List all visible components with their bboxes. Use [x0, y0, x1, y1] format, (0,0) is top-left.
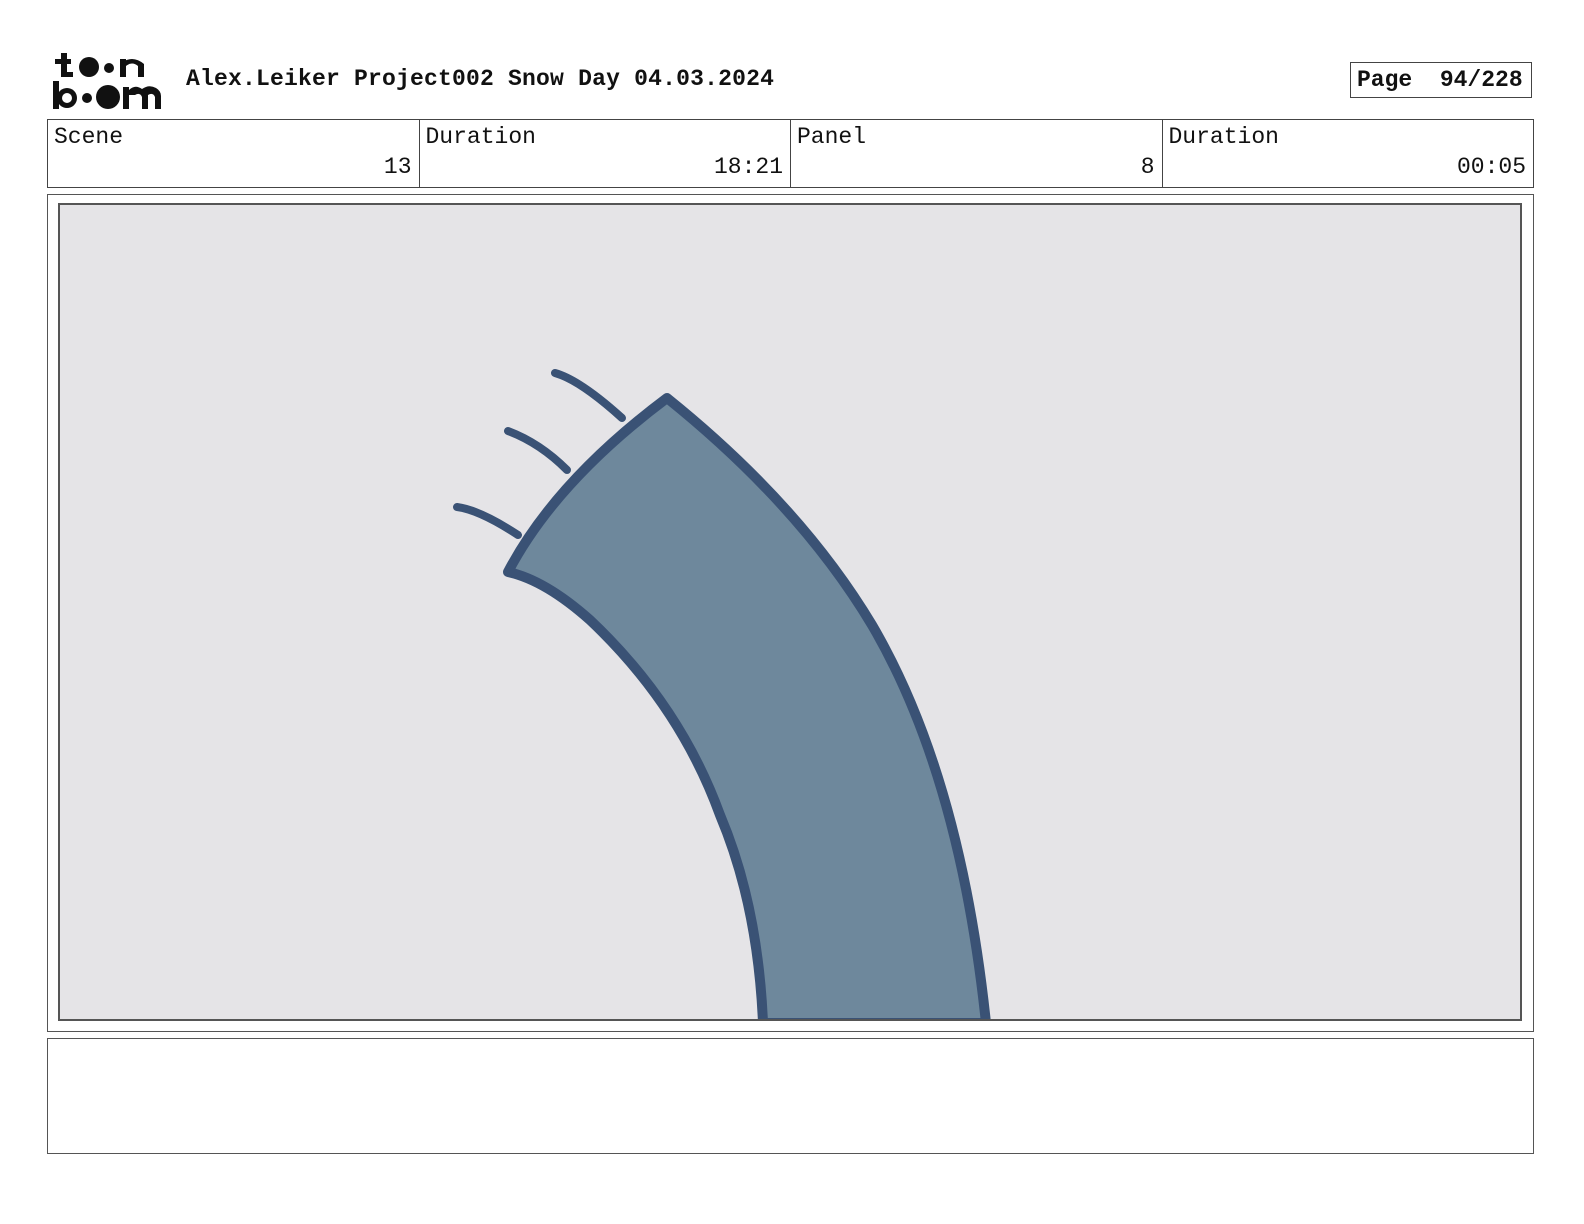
panel-label: Panel [797, 124, 867, 150]
scene-value: 13 [383, 154, 412, 180]
scene-duration-cell: Duration 18:21 [420, 120, 791, 187]
scene-info-table: Scene 13 Duration 18:21 Panel 8 Duration… [47, 119, 1534, 188]
panel-duration-value: 00:05 [1456, 154, 1526, 180]
finger-middle [504, 427, 571, 474]
panel-duration-label: Duration [1168, 124, 1279, 150]
arm-drawing [453, 369, 991, 1019]
page-number: Page 94/228 [1350, 62, 1532, 98]
finger-bottom [453, 503, 522, 539]
panel-notes-area [47, 1038, 1534, 1154]
storyboard-panel-frame [47, 194, 1534, 1032]
toonboom-logo-mark [53, 53, 161, 109]
scene-cell: Scene 13 [48, 120, 420, 187]
scene-duration-label: Duration [425, 124, 536, 150]
panel-value: 8 [1140, 154, 1155, 180]
project-title: Alex.Leiker Project002 Snow Day 04.03.20… [186, 66, 775, 92]
scene-label: Scene [54, 124, 124, 150]
toonboom-logo [50, 50, 166, 112]
finger-top [551, 369, 626, 422]
arm-shape [503, 393, 991, 1019]
storyboard-panel-image [58, 203, 1522, 1021]
panel-duration-cell: Duration 00:05 [1163, 120, 1534, 187]
panel-cell: Panel 8 [791, 120, 1163, 187]
scene-duration-value: 18:21 [713, 154, 783, 180]
